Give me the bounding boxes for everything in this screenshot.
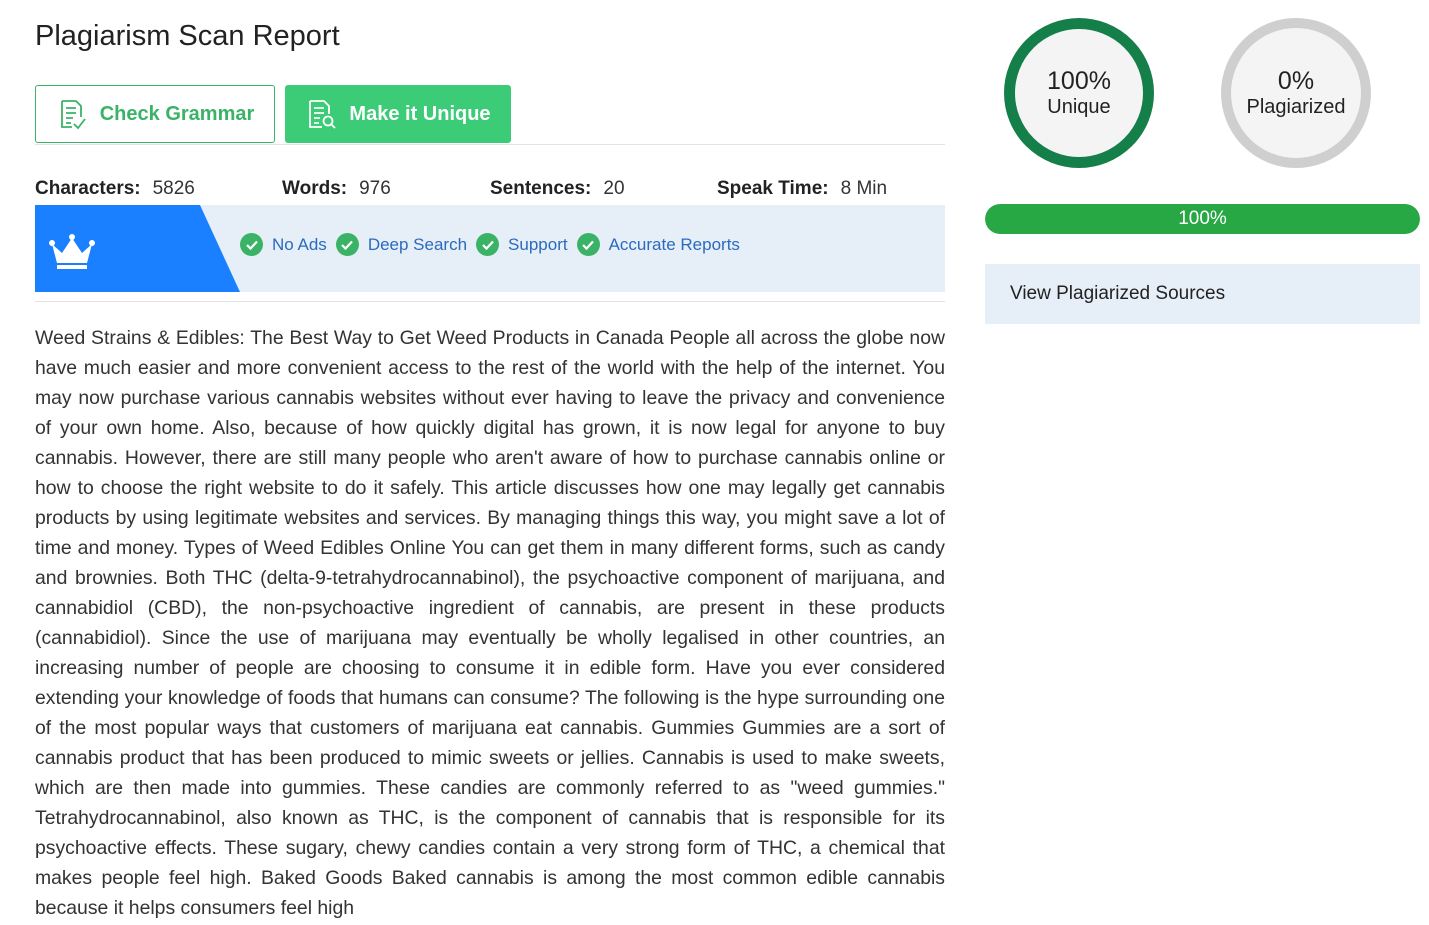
go-pro-label[interactable]: Go Pro xyxy=(113,235,186,261)
stat-value: 20 xyxy=(603,178,625,199)
stat-label: Speak Time: xyxy=(717,178,829,199)
unique-percent: 100% xyxy=(1047,67,1111,95)
feature-label: Deep Search xyxy=(367,234,468,254)
make-unique-button[interactable]: Make it Unique xyxy=(285,85,511,143)
grammar-doc-icon xyxy=(60,100,86,130)
check-circle-icon xyxy=(335,233,359,256)
view-plagiarized-sources-button[interactable]: View Plagiarized Sources xyxy=(985,264,1420,324)
crown-icon xyxy=(49,234,95,269)
check-circle-icon xyxy=(240,233,263,256)
stat-label: Sentences: xyxy=(490,178,592,199)
make-unique-label: Make it Unique xyxy=(349,102,491,125)
unique-doc-icon xyxy=(309,100,337,129)
feature-label: No Ads xyxy=(272,234,327,254)
feature-item: No Ads xyxy=(240,233,327,256)
text-stats: Characters: 5826 Words: 976 Sentences: 20 S… xyxy=(35,178,945,202)
feature-label: Accurate Reports xyxy=(608,234,740,254)
check-circle-icon xyxy=(476,233,500,256)
stat-value: 976 xyxy=(359,178,391,199)
stat-sentences: Sentences: 20 xyxy=(490,178,625,200)
stat-speak-time: Speak Time: 8 Min xyxy=(717,178,887,200)
feature-label: Support xyxy=(508,234,568,254)
stat-label: Words: xyxy=(282,178,348,199)
stat-value: 5826 xyxy=(152,178,195,199)
uniqueness-progress-bar: 100% xyxy=(985,204,1420,234)
plagiarized-score-circle: 0% Plagiarized xyxy=(1221,18,1371,168)
feature-item: Accurate Reports xyxy=(576,233,740,256)
scanned-article-text: Weed Strains & Edibles: The Best Way to … xyxy=(35,327,945,919)
divider xyxy=(35,301,945,302)
stat-words: Words: 976 xyxy=(282,178,391,200)
stat-label: Characters: xyxy=(35,178,141,199)
page-title: Plagiarism Scan Report xyxy=(35,20,340,52)
check-grammar-label: Check Grammar xyxy=(99,102,255,125)
check-circle-icon xyxy=(576,233,600,256)
feature-item: Support xyxy=(476,233,568,256)
unique-score-circle: 100% Unique xyxy=(1004,18,1154,168)
stat-value: 8 Min xyxy=(840,178,888,199)
unique-label: Unique xyxy=(1047,96,1111,118)
plagiarized-label: Plagiarized xyxy=(1246,96,1346,118)
check-grammar-button[interactable]: Check Grammar xyxy=(35,85,275,143)
divider xyxy=(35,144,945,145)
progress-fill: 100% xyxy=(985,204,1420,234)
pro-features: No Ads Deep Search Support Accurate Repo… xyxy=(240,233,749,256)
go-pro-banner[interactable]: Go Pro No Ads Deep Search Support Accura… xyxy=(35,205,945,292)
feature-item: Deep Search xyxy=(335,233,468,256)
plagiarized-percent: 0% xyxy=(1277,67,1315,95)
stat-characters: Characters: 5826 xyxy=(35,178,195,200)
